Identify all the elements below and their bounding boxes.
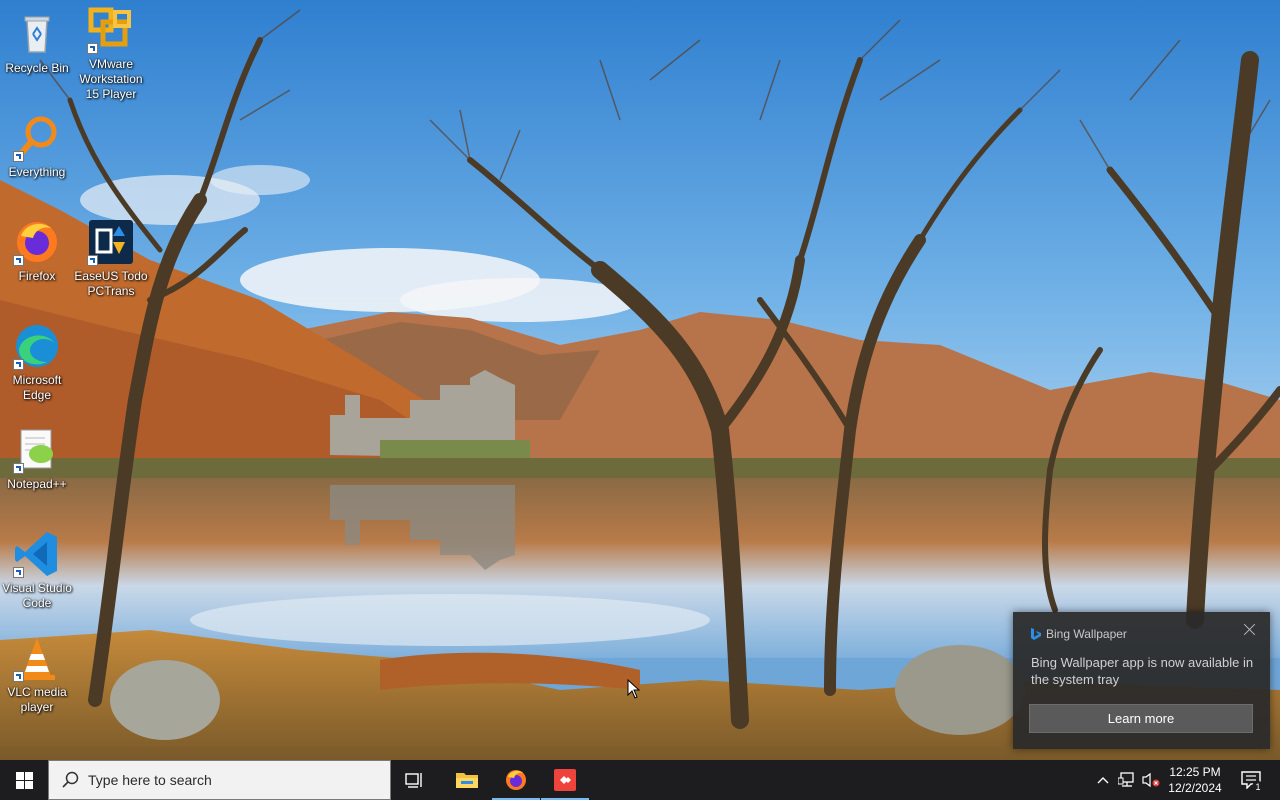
desktop[interactable]: Recycle Bin VMware Workstation 15 Player…: [0, 0, 1280, 800]
easeus-label: EaseUS Todo PCTrans: [74, 269, 148, 298]
search-placeholder: Type here to search: [88, 772, 212, 788]
bing-wallpaper-toast[interactable]: Bing Wallpaper Bing Wallpaper app is now…: [1013, 612, 1270, 749]
anydesk-icon: [554, 769, 576, 791]
mouse-cursor-icon: [627, 679, 641, 699]
shortcut-arrow-icon: [13, 151, 24, 162]
edge-icon: [11, 320, 63, 372]
taskbar-firefox[interactable]: [492, 760, 540, 800]
shortcut-arrow-icon: [13, 671, 24, 682]
edge-label: Microsoft Edge: [12, 373, 62, 402]
vmware-icon: [85, 4, 137, 56]
shortcut-arrow-icon: [87, 255, 98, 266]
action-center-button[interactable]: [1232, 760, 1270, 800]
notepadpp-icon: [11, 424, 63, 476]
desktop-icon-easeus[interactable]: EaseUS Todo PCTrans: [74, 216, 148, 299]
toast-message: Bing Wallpaper app is now available in t…: [1031, 655, 1254, 687]
desktop-icon-edge[interactable]: Microsoft Edge: [0, 320, 74, 403]
shortcut-arrow-icon: [87, 43, 98, 54]
volume-muted-icon: [1142, 772, 1160, 788]
recycle-bin-label: Recycle Bin: [5, 61, 69, 75]
clock-date: 12/2/2024: [1168, 781, 1222, 795]
taskbar-file-explorer[interactable]: [443, 760, 491, 800]
windows-logo-icon: [15, 771, 33, 789]
vlc-label: VLC media player: [7, 685, 67, 714]
firefox-label: Firefox: [18, 269, 56, 283]
file-explorer-icon: [456, 773, 478, 788]
tray-network-button[interactable]: [1116, 760, 1138, 800]
chevron-up-icon: [1097, 777, 1109, 784]
desktop-icon-firefox[interactable]: Firefox: [0, 216, 74, 284]
desktop-icon-recycle-bin[interactable]: Recycle Bin: [0, 8, 74, 76]
task-view-button[interactable]: [391, 760, 439, 800]
taskbar-clock[interactable]: 12:25 PM 12/2/2024: [1166, 760, 1224, 800]
shortcut-arrow-icon: [13, 255, 24, 266]
learn-more-button[interactable]: Learn more: [1029, 704, 1253, 733]
recycle-bin-icon: [11, 8, 63, 60]
desktop-icon-notepadpp[interactable]: Notepad++: [0, 424, 74, 492]
vmware-label: VMware Workstation 15 Player: [79, 57, 143, 101]
network-icon: [1118, 772, 1134, 787]
vscode-label: Visual Studio Code: [2, 581, 72, 610]
taskbar-anydesk[interactable]: [541, 760, 589, 800]
everything-label: Everything: [8, 165, 66, 179]
shortcut-arrow-icon: [13, 567, 24, 578]
easeus-todo-pctrans-icon: [85, 216, 137, 268]
toast-app-name: Bing Wallpaper: [1046, 627, 1127, 641]
firefox-icon: [506, 770, 526, 790]
desktop-icon-vmware[interactable]: VMware Workstation 15 Player: [74, 4, 148, 102]
firefox-icon: [11, 216, 63, 268]
taskbar: Type here to search 12:25 PM 12/2/2024 1: [0, 760, 1280, 800]
vlc-icon: [11, 632, 63, 684]
shortcut-arrow-icon: [13, 359, 24, 370]
tray-volume-button[interactable]: [1140, 760, 1162, 800]
toast-close-icon[interactable]: [1242, 622, 1258, 638]
start-button[interactable]: [0, 760, 48, 800]
desktop-icon-everything[interactable]: Everything: [0, 112, 74, 180]
search-icon: [62, 771, 79, 788]
everything-search-icon: [11, 112, 63, 164]
toast-header: Bing Wallpaper: [1030, 627, 1127, 641]
taskbar-search-box[interactable]: Type here to search: [48, 760, 391, 800]
clock-time: 12:25 PM: [1169, 765, 1221, 779]
desktop-icon-vlc[interactable]: VLC media player: [0, 632, 74, 715]
bing-icon: [1031, 628, 1041, 640]
show-hidden-icons-button[interactable]: [1093, 760, 1113, 800]
notification-count-badge: 1: [1252, 781, 1264, 793]
shortcut-arrow-icon: [13, 463, 24, 474]
task-view-icon: [405, 773, 422, 788]
notepadpp-label: Notepad++: [7, 477, 67, 491]
desktop-icon-vscode[interactable]: Visual Studio Code: [0, 528, 74, 611]
vscode-icon: [11, 528, 63, 580]
